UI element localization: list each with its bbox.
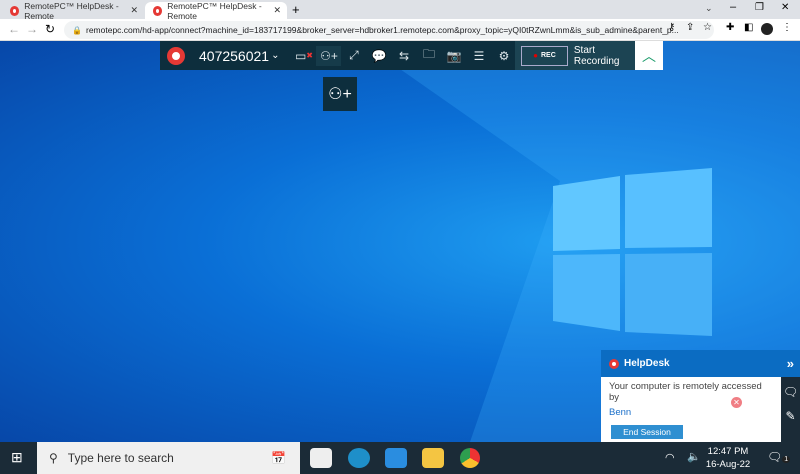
add-user-icon[interactable]: ⚇+ — [316, 45, 342, 66]
screenshot-icon[interactable]: 📷 — [441, 46, 466, 66]
helpdesk-header: HelpDesk» — [601, 350, 800, 377]
menu-icon[interactable]: ⋮ — [782, 22, 792, 33]
clock[interactable]: 12:47 PM 16-Aug-22 — [703, 445, 753, 471]
transfer-icon[interactable]: ⇆ — [391, 46, 416, 66]
wifi-icon[interactable]: ◠ — [665, 451, 675, 464]
forward-icon[interactable]: → — [26, 22, 38, 36]
remotepc-icon — [153, 5, 163, 16]
collapse-panel-icon[interactable]: » — [787, 356, 794, 371]
start-recording-button[interactable]: Start Recording — [574, 45, 635, 67]
remote-user: Benn — [609, 407, 632, 418]
disconnect-icon[interactable]: ▭ ✖ — [291, 46, 316, 66]
mail-icon[interactable] — [385, 448, 407, 468]
helpdesk-sidebar: 🗨 ✎ — [781, 377, 800, 442]
close-window-button[interactable]: ✕ — [781, 2, 789, 13]
minimize-button[interactable]: – — [730, 1, 736, 13]
widget-icon[interactable]: 📅 — [271, 451, 286, 465]
share-icon[interactable]: ⇪ — [686, 22, 694, 33]
store-icon[interactable] — [310, 448, 332, 468]
start-button[interactable]: ⊞ — [11, 449, 23, 466]
close-tab-icon[interactable]: ✕ — [130, 5, 138, 16]
volume-icon[interactable]: 🔈 — [687, 450, 701, 463]
taskbar-search[interactable]: ⚲ Type here to search 📅 — [37, 442, 300, 474]
url-input[interactable]: 🔒 remotepc.com/hd-app/connect?machine_id=… — [64, 21, 714, 39]
chevron-down-icon[interactable]: ⌄ — [271, 50, 279, 61]
recording-group: ● REC Start Recording — [515, 41, 635, 70]
star-icon[interactable]: ☆ — [703, 22, 712, 33]
remotepc-icon — [10, 5, 20, 16]
add-user-icon: ⚇+ — [328, 86, 352, 103]
key-icon[interactable]: ⚷ — [668, 22, 675, 33]
tab-bar: RemotePC™ HelpDesk - Remote ✕ RemotePC™ H… — [0, 0, 800, 21]
end-session-button[interactable]: End Session — [611, 425, 683, 439]
notification-icon[interactable]: 🗨 1 — [767, 450, 791, 464]
address-bar-row: ← → ↻ 🔒 remotepc.com/hd-app/connect?machi… — [0, 19, 800, 41]
tab-1[interactable]: RemotePC™ HelpDesk - Remote ✕ — [2, 1, 144, 21]
edge-icon[interactable] — [348, 448, 370, 468]
settings-icon[interactable]: ⚙ — [491, 46, 516, 66]
tab-2[interactable]: RemotePC™ HelpDesk - Remote ✕ — [145, 1, 287, 21]
close-tab-icon[interactable]: ✕ — [273, 5, 281, 16]
remove-user-icon[interactable]: ✕ — [731, 397, 742, 408]
chat-icon[interactable]: 💬 — [366, 46, 391, 66]
remotepc-icon — [609, 358, 619, 369]
remotepc-logo — [167, 46, 185, 65]
back-icon[interactable]: ← — [8, 22, 20, 36]
helpdesk-body: Your computer is remotely accessed by Be… — [601, 377, 781, 442]
search-icon: ⚲ — [49, 451, 58, 465]
record-dot-icon: ● — [533, 51, 538, 60]
collapse-toolbar-button[interactable]: ︿ — [635, 41, 663, 70]
reload-icon[interactable]: ↻ — [45, 22, 55, 36]
side-panel-icon[interactable]: ◧ — [744, 22, 753, 33]
fullscreen-icon[interactable]: ⤢ — [341, 46, 366, 66]
remote-toolbar: 407256021 ⌄ ▭ ✖ ⚇+ ⤢ 💬 ⇆ 🗀 📷 ☰ ⚙ ● REC Sta… — [160, 41, 663, 70]
notes-icon[interactable]: ☰ — [466, 46, 491, 66]
helpdesk-panel: HelpDesk» Your computer is remotely acce… — [601, 350, 800, 442]
new-tab-button[interactable]: + — [292, 2, 300, 17]
extensions-icon[interactable]: ✚ — [726, 22, 734, 33]
annotate-icon[interactable]: ✎ — [781, 409, 800, 423]
file-explorer-icon[interactable] — [422, 448, 444, 468]
rec-button[interactable]: ● REC — [521, 45, 568, 66]
profile-avatar[interactable] — [761, 23, 773, 35]
add-user-tooltip: ⚇+ — [323, 77, 357, 111]
restore-button[interactable]: ❐ — [755, 2, 764, 13]
file-browser-icon[interactable]: 🗀 — [416, 46, 441, 66]
chrome-icon[interactable] — [460, 448, 480, 468]
taskbar: ⊞ ⚲ Type here to search 📅 ◠ 🔈 12:47 PM 16-A… — [0, 442, 800, 474]
lock-icon: 🔒 — [72, 25, 82, 35]
chat-icon[interactable]: 🗨 — [781, 385, 800, 399]
tab-search-icon[interactable]: ⌄ — [705, 3, 713, 14]
machine-id[interactable]: 407256021 — [199, 48, 269, 64]
